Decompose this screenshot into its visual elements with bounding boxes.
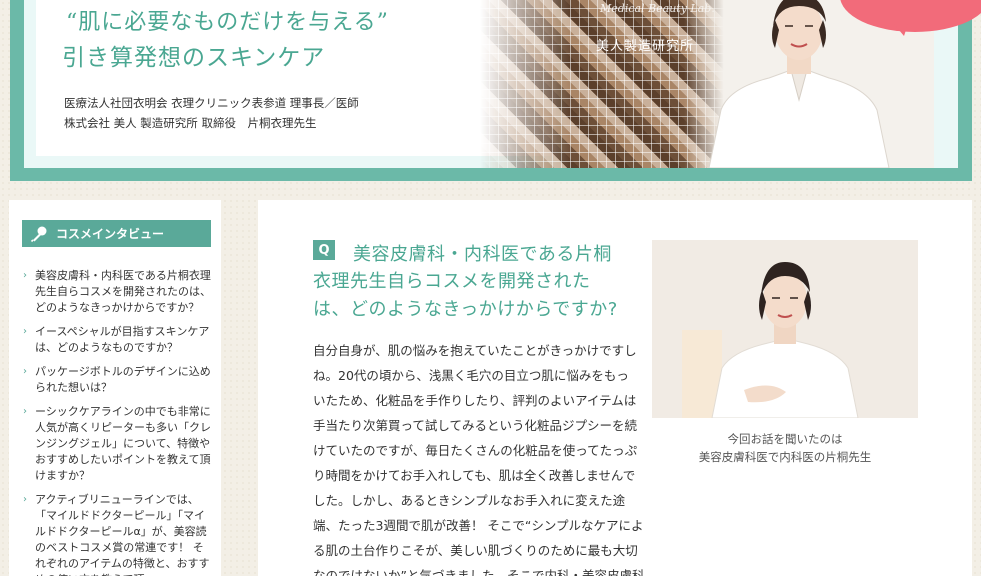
speech-bubble-tail	[894, 24, 908, 36]
answer-text-line: 端、たった3週間で肌が改善！ そこで“シンプルなケアによ	[313, 518, 644, 533]
microphone-icon	[30, 226, 47, 242]
question-heading-line-2: 衣理先生自らコスメを開発された	[313, 271, 591, 292]
hero-quote: “肌に必要なものだけを与える”	[66, 10, 389, 35]
hero-credit-line-1: 医療法人社団衣明会 衣理クリニック表参道 理事長／医師	[64, 96, 359, 110]
hero-banner: “肌に必要なものだけを与える” 引き算発想のスキンケア 医療法人社団衣明会 衣理…	[10, 0, 981, 181]
sidebar-header: コスメインタビュー	[22, 220, 211, 247]
answer-text-line: けていたのですが、毎日たくさんの化粧品を使ってたっぷ	[313, 443, 638, 458]
answer-text-line: なのではないか”と気づきました。そこで内科・美容皮膚科	[313, 568, 645, 576]
main-content: Q 美容皮膚科・内科医である片桐 衣理先生自らコスメを開発された は、どのような…	[258, 200, 972, 576]
hero-credit-line-2: 株式会社 美人 製造研究所 取締役 片桐衣理先生	[64, 116, 317, 130]
sidebar-item-label: アクティブリニューラインでは、「マイルドドクターピール」「マイルドドクターピール…	[35, 493, 210, 576]
photo-caption-line-2: 美容皮膚科医で内科医の片桐先生	[698, 450, 872, 464]
sidebar-item-label: イースペシャルが目指すスキンケアは、どのようなものですか？	[35, 325, 210, 354]
answer-text-line: り時間をかけてお手入れしても、肌は全く改善しませんで	[313, 468, 636, 483]
sidebar-item-5[interactable]: › アクティブリニューラインでは、「マイルドドクターピール」「マイルドドクターピー…	[23, 492, 213, 576]
question-heading-line-1: 美容皮膚科・内科医である片桐	[353, 244, 612, 265]
answer-text-line: る肌の土台作りこそが、美しい肌づくりのために最も大切	[313, 543, 638, 558]
sidebar: コスメインタビュー › 美容皮膚科・内科医である片桐衣理先生自らコスメを開発された…	[9, 200, 221, 576]
photo-caption-line-1: 今回お話を聞いたのは	[727, 432, 843, 446]
sidebar-item-label: パッケージボトルのデザインに込められた想いは？	[35, 365, 211, 394]
sidebar-item-3[interactable]: › パッケージボトルのデザインに込められた想いは？	[23, 364, 213, 396]
lab-name: 美人製造研究所	[596, 39, 695, 54]
chevron-right-icon: ›	[23, 494, 27, 505]
sidebar-item-4[interactable]: › ーシックケアラインの中でも非常に人気が高くリピーターも多い「クレンジングジェル…	[23, 404, 213, 484]
answer-text-line: 自分自身が、肌の悩みを抱えていたことがきっかけですし	[313, 343, 637, 358]
sidebar-title: コスメインタビュー	[56, 227, 165, 241]
chevron-right-icon: ›	[23, 326, 27, 337]
sidebar-interview-list: › 美容皮膚科・内科医である片桐衣理先生自らコスメを開発されたのは、どのようなきっ…	[23, 268, 213, 576]
hero-inner: “肌に必要なものだけを与える” 引き算発想のスキンケア 医療法人社団衣明会 衣理…	[24, 0, 958, 168]
chevron-right-icon: ›	[23, 366, 27, 377]
chevron-right-icon: ›	[23, 270, 27, 281]
question-heading-line-3: は、どのようなきっかけからですか?	[313, 299, 618, 320]
sidebar-item-2[interactable]: › イースペシャルが目指すスキンケアは、どのようなものですか？	[23, 324, 213, 356]
chevron-right-icon: ›	[23, 406, 27, 417]
doctor-interview-photo	[652, 240, 918, 418]
answer-text-line: した。しかし、あるときシンプルなお手入れに変えた途	[313, 493, 626, 508]
answer-text-line: ね。20代の頃から、浅黒く毛穴の目立つ肌に悩みをもっ	[313, 368, 629, 383]
question-badge: Q	[313, 240, 335, 260]
sidebar-item-1[interactable]: › 美容皮膚科・内科医である片桐衣理先生自らコスメを開発されたのは、どのようなきっ…	[23, 268, 213, 316]
sidebar-item-label: ーシックケアラインの中でも非常に人気が高くリピーターも多い「クレンジングジェル」…	[35, 405, 211, 482]
sidebar-item-label: 美容皮膚科・内科医である片桐衣理先生自らコスメを開発されたのは、どのようなきっか…	[35, 269, 211, 314]
answer-text-line: いたため、化粧品を手作りしたり、評判のよいアイテムは	[313, 393, 637, 408]
answer-text-line: 手当たり次第買って試してみるという化粧品ジプシーを続	[313, 418, 638, 433]
hero-subtitle: 引き算発想のスキンケア	[62, 45, 326, 71]
doctor-portrait-image	[708, 0, 890, 168]
